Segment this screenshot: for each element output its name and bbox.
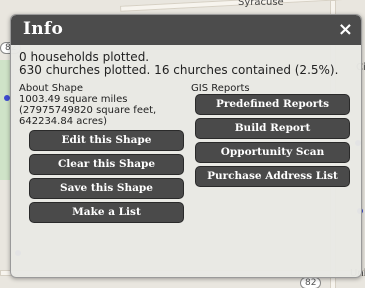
about-shape-heading: About Shape — [19, 83, 84, 94]
opportunity-scan-button[interactable]: Opportunity Scan — [195, 142, 350, 163]
map-road — [119, 0, 343, 12]
info-dialog: Info × 0 households plotted. 630 churche… — [10, 14, 362, 278]
about-shape-section: About Shape 1003.49 square miles (279757… — [19, 83, 191, 226]
gis-reports-heading: GIS Reports — [191, 83, 250, 94]
close-icon[interactable]: × — [338, 19, 353, 40]
city-label: Syracuse — [238, 0, 284, 8]
save-shape-button[interactable]: Save this Shape — [29, 178, 184, 199]
build-report-button[interactable]: Build Report — [195, 118, 350, 139]
edit-shape-button[interactable]: Edit this Shape — [29, 130, 184, 151]
dialog-titlebar[interactable]: Info × — [11, 15, 361, 45]
plot-summary: 0 households plotted. 630 churches plott… — [19, 50, 339, 77]
clear-shape-button[interactable]: Clear this Shape — [29, 154, 184, 175]
dialog-title: Info — [23, 19, 64, 39]
purchase-address-list-button[interactable]: Purchase Address List — [195, 166, 350, 187]
make-list-button[interactable]: Make a List — [29, 202, 184, 223]
shape-area-details: 1003.49 square miles (27975749820 square… — [19, 94, 157, 127]
predefined-reports-button[interactable]: Predefined Reports — [195, 94, 350, 115]
highway-shield: 82 — [300, 277, 322, 288]
gis-reports-section: GIS Reports Predefined Reports Build Rep… — [191, 83, 351, 190]
